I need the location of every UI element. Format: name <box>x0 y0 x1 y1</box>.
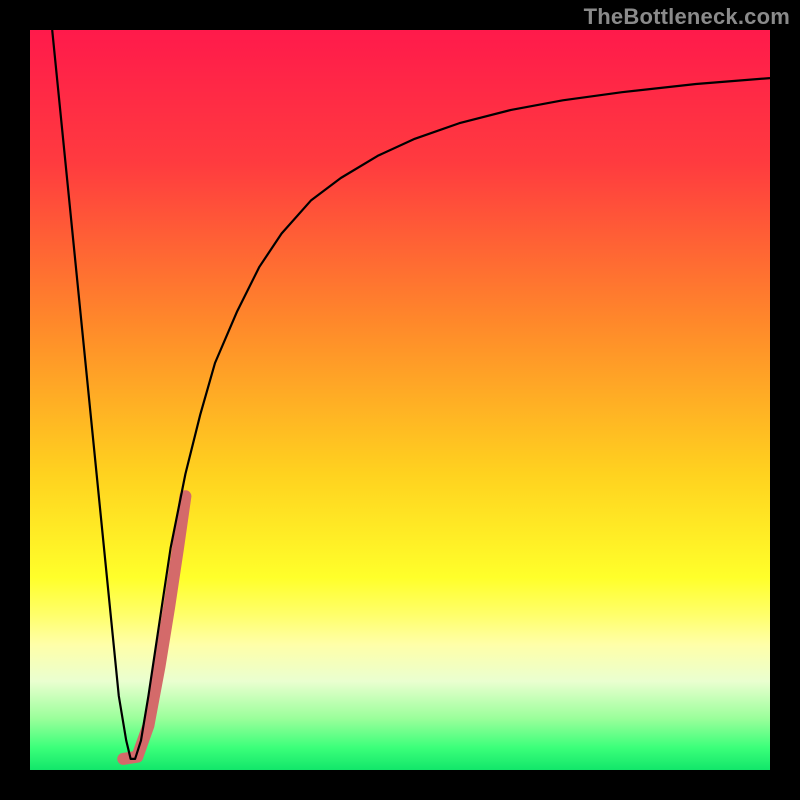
outer-frame: TheBottleneck.com <box>0 0 800 800</box>
plot-area <box>30 30 770 770</box>
chart-svg <box>30 30 770 770</box>
marker-segment <box>123 496 185 759</box>
watermark-text: TheBottleneck.com <box>584 4 790 30</box>
